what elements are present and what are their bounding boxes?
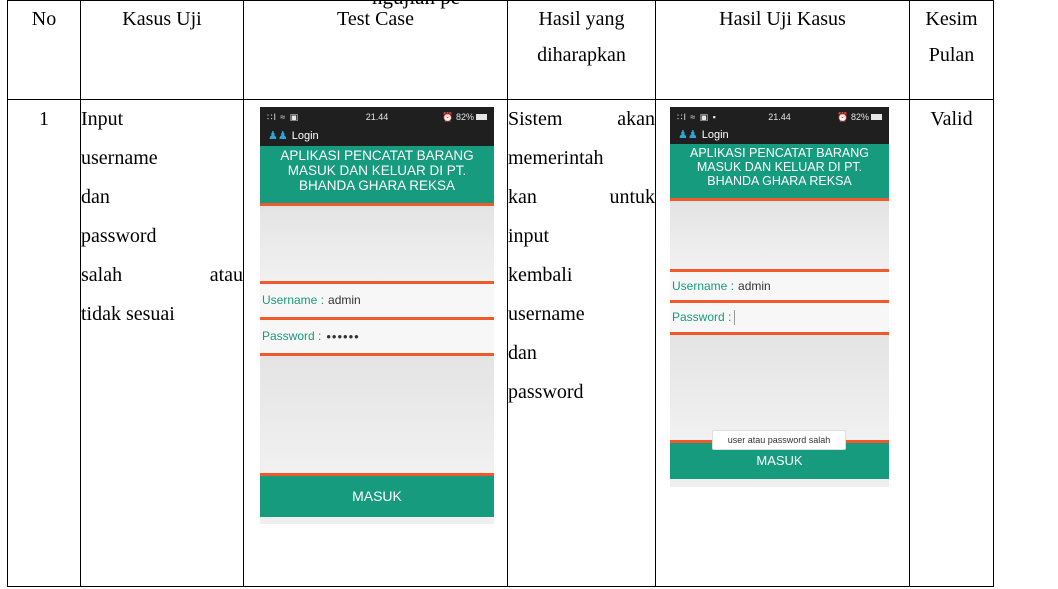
header-kasus-uji: Kasus Uji	[80, 0, 244, 100]
justified-line: salah atau	[81, 264, 243, 286]
app-banner: APLIKASI PENCATAT BARANG MASUK DAN KELUA…	[260, 146, 494, 206]
password-field[interactable]: Password : ••••••	[260, 317, 494, 353]
header-test-case: Test Case	[243, 0, 508, 100]
justified-line: kan untuk	[508, 186, 655, 208]
cell-kesimpulan: Valid	[909, 99, 994, 587]
header-no: No	[7, 0, 81, 100]
text-cursor	[734, 310, 736, 325]
username-field[interactable]: Username : admin	[260, 281, 494, 317]
cell-hasil-diharapkan: Sistem akan memerintah kan untuk input kem…	[507, 99, 656, 587]
cell-kasus-uji: Input username dan password salah atau ti…	[80, 99, 244, 587]
header-kesimpulan: Kesim Pulan	[909, 0, 994, 100]
app-banner: APLIKASI PENCATAT BARANG MASUK DAN KELUA…	[670, 144, 889, 201]
cell-hasil-uji: ∷l ≈ ▣ ▪ 21.44 ⏰ 82% ♟♟ Login APLIKASI P…	[655, 99, 910, 587]
justified-line: Sistem akan	[508, 108, 655, 130]
password-field[interactable]: Password :	[670, 300, 889, 332]
error-toast: user atau password salah	[712, 430, 846, 450]
cell-no: 1	[7, 99, 81, 587]
header-row: No Kasus Uji Test Case Hasil yang dihara…	[7, 0, 994, 100]
table-row: 1 Input username dan password salah atau …	[7, 99, 994, 587]
header-hasil-diharapkan: Hasil yang diharapkan	[507, 0, 656, 100]
masuk-button[interactable]: MASUK	[260, 473, 494, 517]
username-field[interactable]: Username : admin	[670, 269, 889, 300]
cell-test-case: ∷l ≈ ▣ 21.44 ⏰ 82% ♟♟ Login APLIKASI PEN…	[243, 99, 508, 587]
phone-screenshot-result: ∷l ≈ ▣ ▪ 21.44 ⏰ 82% ♟♟ Login APLIKASI P…	[670, 107, 889, 487]
phone-screenshot-test: ∷l ≈ ▣ 21.44 ⏰ 82% ♟♟ Login APLIKASI PEN…	[260, 107, 494, 524]
test-case-table: No Kasus Uji Test Case Hasil yang dihara…	[7, 0, 994, 587]
header-hasil-uji: Hasil Uji Kasus	[655, 0, 910, 100]
